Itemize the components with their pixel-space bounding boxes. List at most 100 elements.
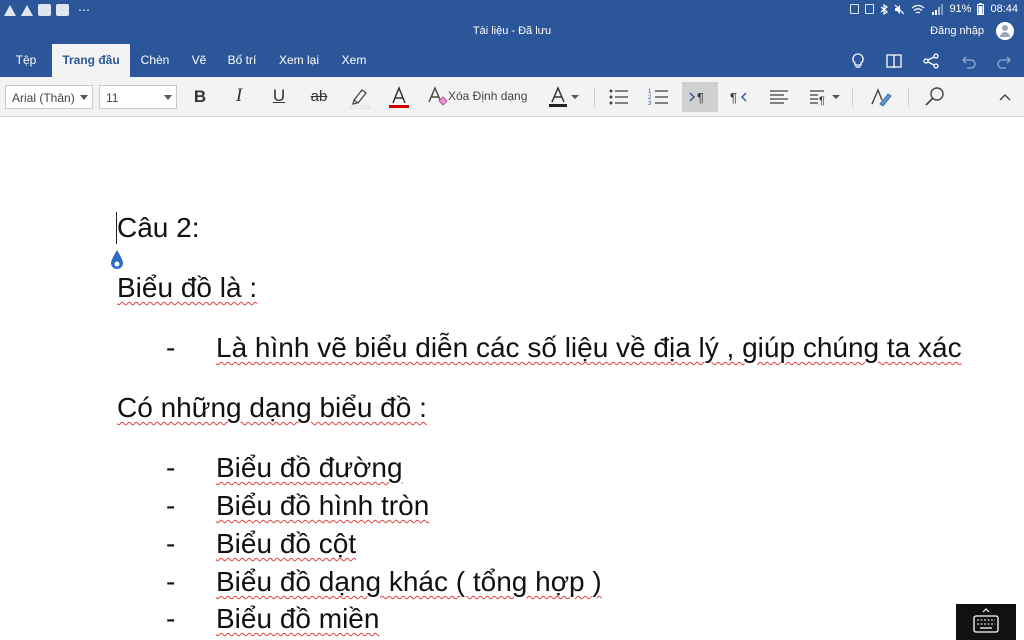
left-to-right-icon: ¶: [689, 90, 704, 105]
highlight-button[interactable]: [345, 82, 375, 112]
list-bullet: -: [166, 332, 176, 363]
chevron-down-icon: [164, 95, 172, 100]
paragraph-definition-title: Biểu đồ là :: [117, 272, 258, 303]
list-item: Biểu đồ miền: [216, 603, 380, 634]
search-icon: [925, 87, 944, 106]
bold-icon: B: [193, 87, 207, 106]
tab-layout[interactable]: Bố trí: [222, 44, 262, 77]
paragraph-icon: ¶: [810, 90, 840, 107]
toolbar-divider: [852, 87, 853, 107]
chevron-down-icon: [80, 95, 88, 100]
list-bullet: -: [166, 566, 176, 597]
strikethrough-button[interactable]: ab: [303, 82, 335, 112]
wifi-icon: [912, 4, 925, 14]
tab-view[interactable]: Xem: [336, 44, 372, 77]
chevron-up-icon: [999, 94, 1011, 101]
svg-text:3: 3: [648, 101, 652, 107]
font-color-button[interactable]: [384, 82, 414, 112]
tab-draw[interactable]: Vẽ: [184, 44, 214, 77]
font-name-value: Arial (Thân): [12, 91, 75, 105]
document-canvas[interactable]: Câu 2: Biểu đồ là : - Là hình vẽ biểu di…: [0, 118, 1024, 640]
lightbulb-icon[interactable]: [849, 52, 867, 70]
share-icon[interactable]: [922, 52, 940, 70]
more-notifications-icon: ⋯: [78, 3, 91, 17]
ribbon-tabs: Tệp Trang đầu Chèn Vẽ Bố trí Xem lại Xem: [0, 44, 1024, 77]
system-icons: 91% 08:44: [850, 3, 1018, 15]
svg-text:¶: ¶: [730, 90, 737, 105]
clear-formatting-label: Xóa Định dạng: [448, 89, 528, 103]
numbering-button[interactable]: 123: [644, 82, 674, 112]
youtube-icon: [38, 4, 51, 16]
font-color-dropdown[interactable]: [544, 82, 582, 112]
tab-review[interactable]: Xem lại: [272, 44, 326, 77]
ltr-button[interactable]: ¶: [682, 82, 718, 112]
toolbar-divider: [908, 87, 909, 107]
redo-icon[interactable]: [996, 52, 1014, 70]
clock: 08:44: [990, 3, 1018, 15]
list-item: Biểu đồ hình tròn: [216, 490, 430, 521]
zalo-icon: [56, 4, 69, 16]
sim-icon: [850, 4, 860, 14]
tab-home[interactable]: Trang đầu: [52, 44, 130, 77]
tab-file[interactable]: Tệp: [4, 44, 48, 77]
find-button[interactable]: [920, 82, 950, 112]
keyboard-toggle-button[interactable]: [956, 604, 1016, 640]
status-bar: ⋯ 91% 08:44: [0, 0, 1024, 20]
styles-icon: [871, 88, 892, 107]
keyboard-icon: [973, 608, 999, 633]
tab-insert[interactable]: Chèn: [134, 44, 176, 77]
italic-button[interactable]: I: [224, 82, 254, 112]
font-size-value: 11: [106, 91, 119, 105]
underline-button[interactable]: U: [264, 82, 294, 112]
mute-icon: [895, 4, 905, 14]
avatar[interactable]: [996, 22, 1014, 40]
cast-icon: [865, 4, 875, 14]
battery-percent: 91%: [949, 3, 972, 15]
bullets-button[interactable]: [604, 82, 634, 112]
collapse-ribbon-button[interactable]: [994, 82, 1016, 112]
list-item: Biểu đồ cột: [216, 528, 357, 559]
list-bullet: -: [166, 452, 176, 483]
formatting-toolbar: Arial (Thân) 11 B I U ab Xóa Định dạng 1…: [0, 77, 1024, 117]
numbering-icon: 123: [648, 89, 668, 107]
clear-formatting-icon: [428, 86, 448, 106]
bluetooth-icon: [881, 3, 889, 15]
rtl-button[interactable]: ¶: [724, 82, 754, 112]
underline-icon: U: [272, 86, 286, 105]
paragraph-settings-button[interactable]: ¶: [804, 82, 842, 112]
sign-in-link[interactable]: Đăng nhập: [930, 25, 984, 37]
clear-formatting-button[interactable]: [424, 82, 448, 112]
align-button[interactable]: [764, 82, 794, 112]
heading-question: Câu 2:: [117, 212, 200, 243]
bold-button[interactable]: B: [185, 82, 215, 112]
font-color-icon: [389, 85, 409, 108]
svg-text:¶: ¶: [819, 95, 825, 107]
undo-icon[interactable]: [959, 52, 977, 70]
list-bullet: -: [166, 603, 176, 634]
list-item: Biểu đồ đường: [216, 452, 403, 483]
text-color-icon: [549, 86, 579, 107]
warning-icon: [4, 4, 16, 16]
styles-button[interactable]: [866, 82, 896, 112]
list-bullet: -: [166, 490, 176, 521]
right-to-left-icon: ¶: [730, 90, 747, 105]
align-left-icon: [770, 90, 788, 104]
svg-text:¶: ¶: [697, 90, 704, 105]
document-title: Tài liệu - Đã lưu: [472, 25, 552, 37]
italic-icon: I: [235, 85, 243, 106]
bullets-icon: [609, 89, 628, 105]
selection-handle[interactable]: [109, 249, 125, 271]
font-name-select[interactable]: Arial (Thân): [5, 85, 93, 109]
paragraph-types-title: Có những dạng biểu đồ :: [117, 392, 427, 423]
book-icon[interactable]: [885, 52, 903, 70]
toolbar-divider: [594, 87, 595, 107]
title-bar: Tài liệu - Đã lưu Đăng nhập: [0, 20, 1024, 44]
notification-icons: ⋯: [4, 3, 91, 17]
signal-icon: [932, 3, 944, 15]
strikethrough-icon: ab: [310, 88, 328, 105]
list-bullet: -: [166, 528, 176, 559]
highlighter-icon: [350, 89, 370, 109]
list-item: Biểu đồ dạng khác ( tổng hợp ): [216, 566, 602, 597]
definition-text: Là hình vẽ biểu diễn các số liệu về địa …: [216, 332, 962, 363]
font-size-select[interactable]: 11: [99, 85, 177, 109]
